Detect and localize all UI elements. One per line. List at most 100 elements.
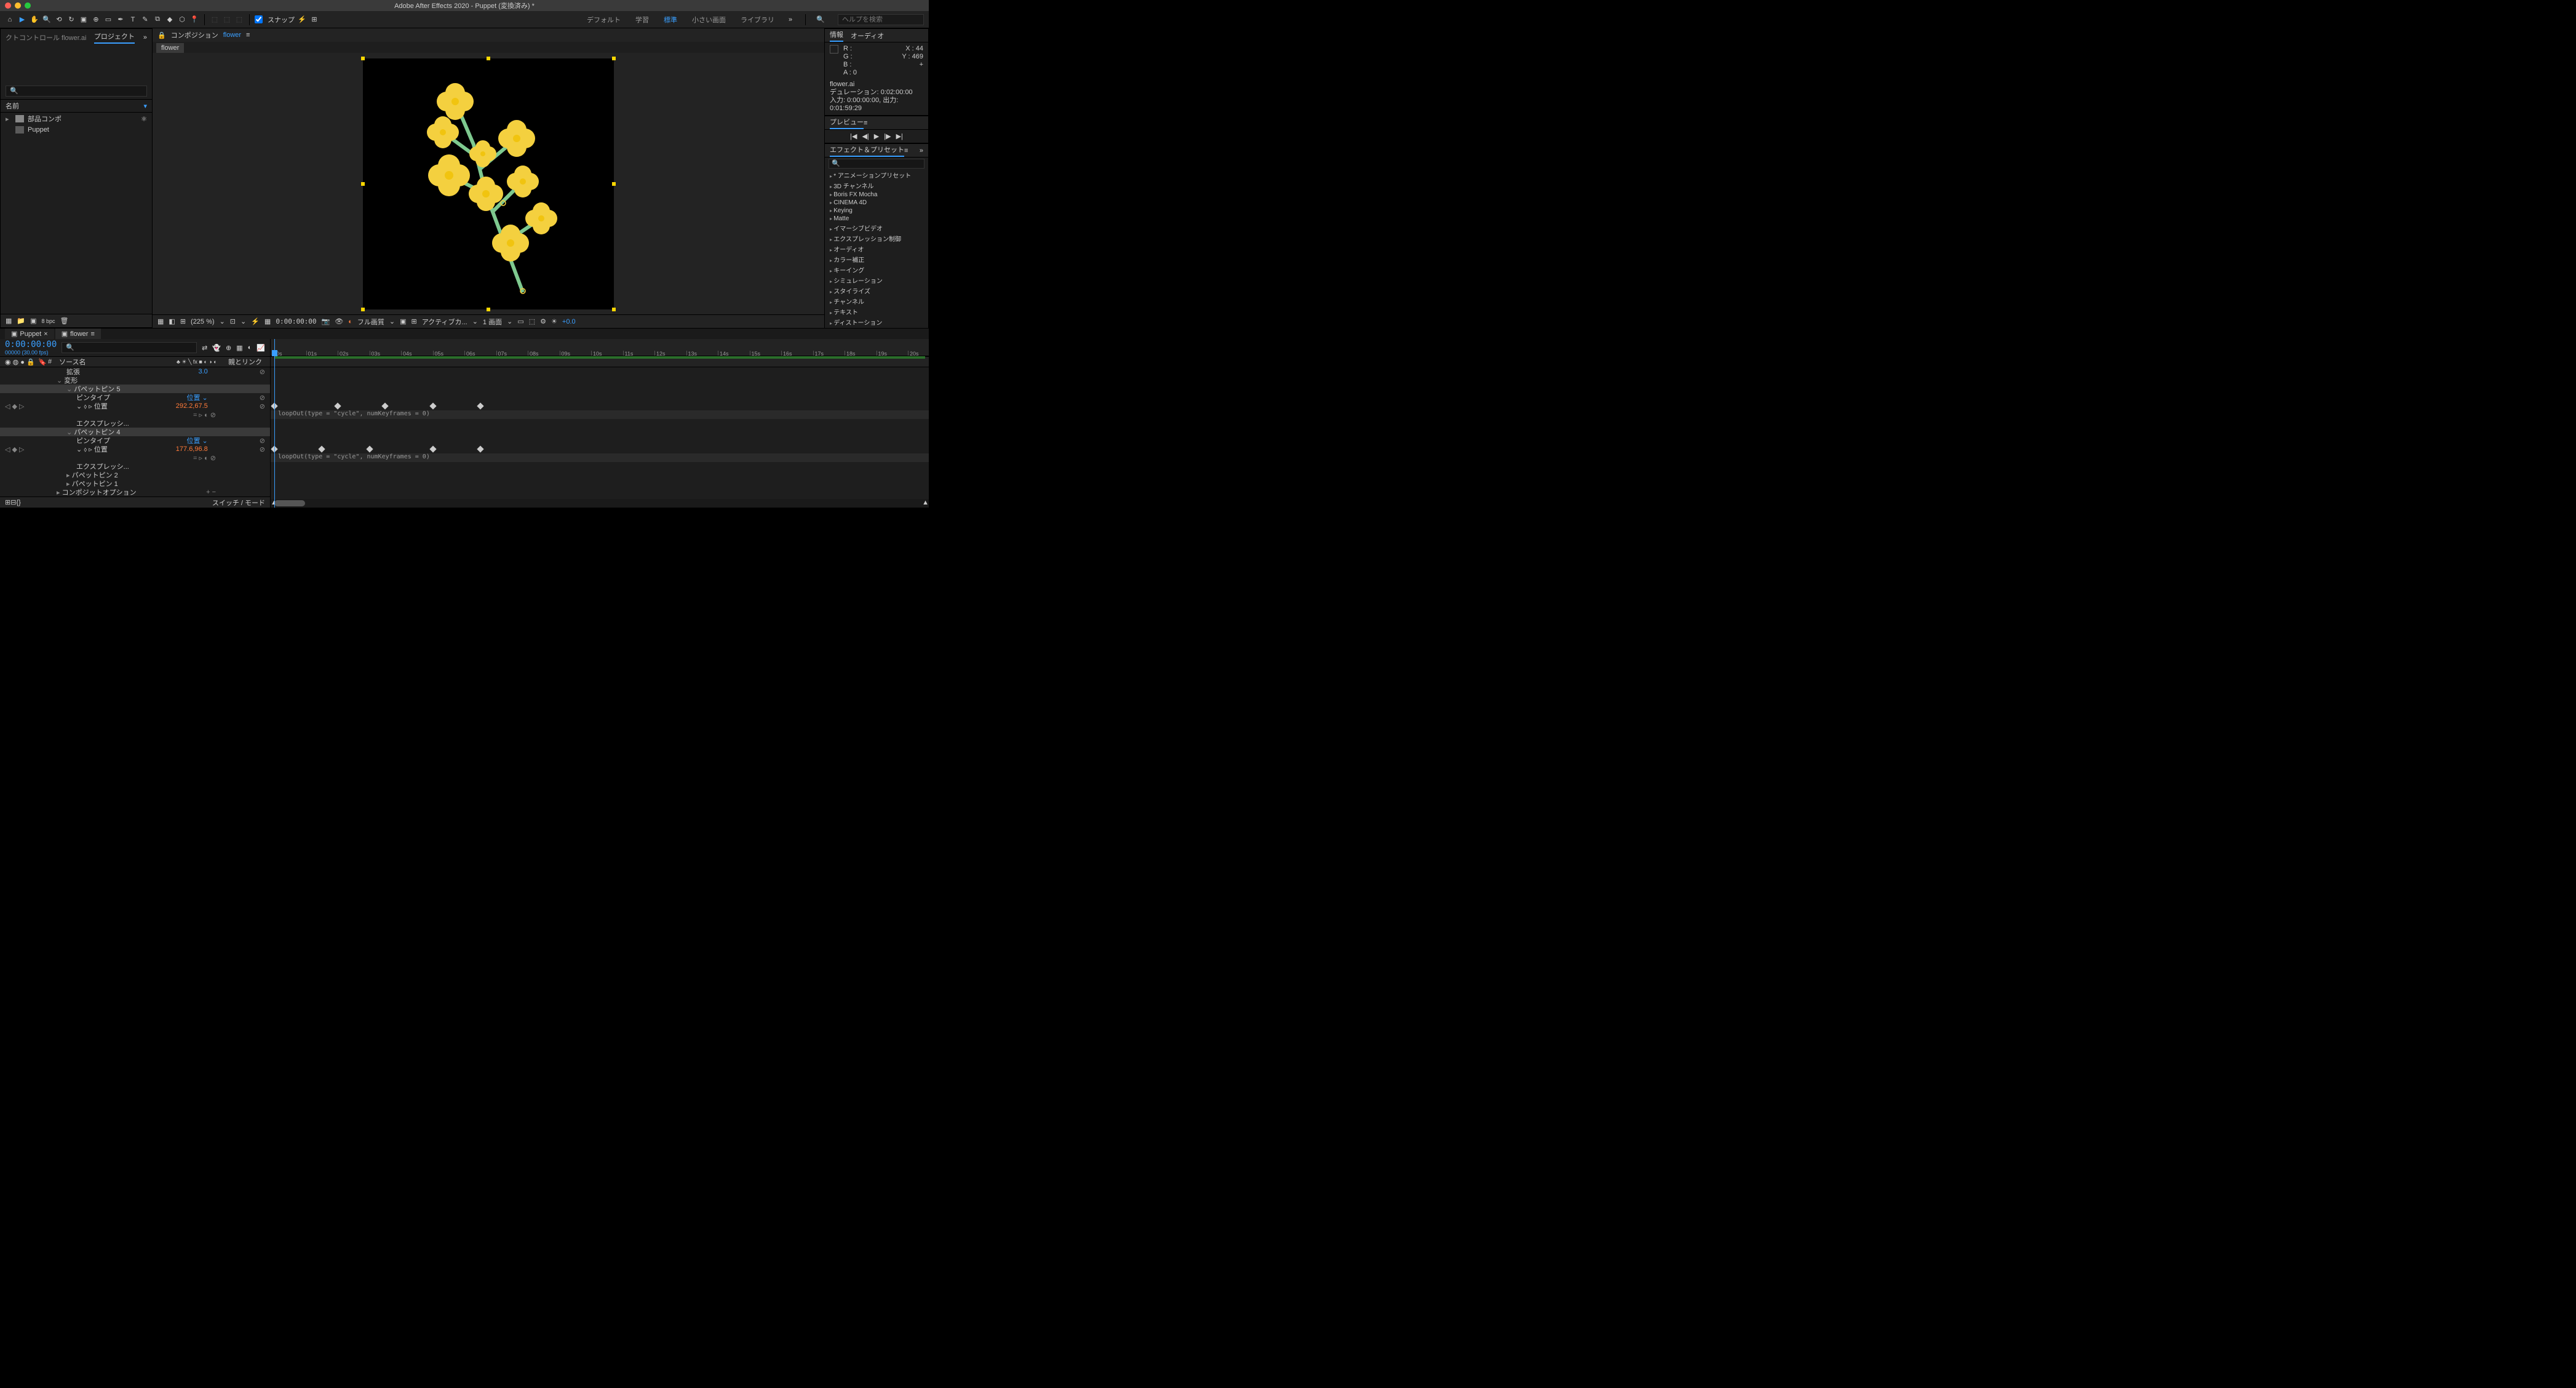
trash-icon[interactable]: 🗑 xyxy=(60,317,69,325)
current-time-indicator[interactable] xyxy=(274,339,275,508)
last-frame-icon[interactable]: ▶| xyxy=(896,132,903,140)
graph-row[interactable] xyxy=(271,367,929,376)
graph-row[interactable] xyxy=(271,479,929,488)
timeline-row[interactable]: ⌄ 変形 xyxy=(0,376,270,385)
close-tab-icon[interactable]: × xyxy=(44,330,47,338)
play-icon[interactable]: ▶ xyxy=(874,132,879,140)
zoom-thumb[interactable] xyxy=(274,500,305,506)
views-count[interactable]: 1 画面 xyxy=(483,317,502,327)
timeline-row[interactable]: ピンタイプ位置 ⌄⊘ xyxy=(0,436,270,445)
graph-row[interactable]: loopOut(type = "cycle", numKeyframes = 0… xyxy=(271,453,929,462)
effects-overflow-icon[interactable]: » xyxy=(920,147,923,154)
eraser-tool-icon[interactable]: ◆ xyxy=(165,15,175,25)
workspace-default[interactable]: デフォルト xyxy=(583,14,624,26)
shape-tool-icon[interactable]: ▭ xyxy=(103,15,113,25)
pan-behind-tool-icon[interactable]: ⊕ xyxy=(91,15,101,25)
effect-category[interactable]: 3D チャンネル xyxy=(825,180,928,191)
help-search-input[interactable] xyxy=(838,14,924,25)
effect-category[interactable]: テキスト xyxy=(825,306,928,317)
timeline-tab-puppet[interactable]: ▣ Puppet × xyxy=(5,329,54,339)
roto-tool-icon[interactable]: ⬡ xyxy=(177,15,187,25)
snapshot-icon[interactable]: 📷 xyxy=(322,317,330,325)
comp-link[interactable]: flower xyxy=(223,31,241,39)
close-window-button[interactable] xyxy=(5,2,11,9)
effect-category[interactable]: Keying xyxy=(825,207,928,215)
keyframe-icon[interactable] xyxy=(477,445,483,452)
maximize-window-button[interactable] xyxy=(25,2,31,9)
resolution-dropdown[interactable]: フル画質 xyxy=(357,317,384,327)
axis-local-icon[interactable]: ⬚ xyxy=(210,15,220,25)
effect-category[interactable]: カラー補正 xyxy=(825,254,928,265)
sort-icon[interactable]: ▾ xyxy=(143,102,147,110)
roi-icon[interactable]: ▣ xyxy=(400,317,406,325)
project-tab[interactable]: プロジェクト xyxy=(94,31,135,44)
bpc-label[interactable]: 8 bpc xyxy=(42,318,55,324)
timeline-row[interactable]: ⌄ パペットピン 4 xyxy=(0,428,270,436)
axis-world-icon[interactable]: ⬚ xyxy=(222,15,232,25)
timeline-search-input[interactable] xyxy=(62,342,197,353)
graph-row[interactable] xyxy=(271,419,929,428)
graph-row[interactable] xyxy=(271,471,929,479)
renderer-icon[interactable]: ⚙ xyxy=(540,317,546,325)
lock-icon[interactable]: 🔒 xyxy=(157,31,166,39)
res-icon[interactable]: ⊡ xyxy=(230,317,236,325)
prev-frame-icon[interactable]: ◀| xyxy=(862,132,869,140)
current-timecode[interactable]: 0:00:00:00 xyxy=(5,340,57,349)
effect-category[interactable]: キーイング xyxy=(825,265,928,275)
view-dropdown[interactable]: アクティブカ... xyxy=(422,317,467,327)
keyframe-icon[interactable] xyxy=(382,402,389,409)
viewer-timecode[interactable]: 0:00:00:00 xyxy=(276,317,316,325)
minimize-window-button[interactable] xyxy=(15,2,21,9)
av-column[interactable]: ◉ ◍ ● 🔒 xyxy=(5,358,36,366)
source-column[interactable]: ソース名 xyxy=(59,357,174,367)
timeline-row[interactable]: ◁ ◆ ▷⌄ ⬨ ▹ 位置292.2,67.5⊘ xyxy=(0,402,270,410)
info-tab[interactable]: 情報 xyxy=(830,30,843,42)
hand-tool-icon[interactable]: ✋ xyxy=(30,15,39,25)
keyframe-icon[interactable] xyxy=(477,402,483,409)
guides-icon[interactable]: ⊞ xyxy=(411,317,417,325)
timeline-zoom-scrollbar[interactable]: ▲ ▲ xyxy=(271,499,929,508)
timeline-row[interactable]: = ▹ ◐ ⊘ xyxy=(0,453,270,462)
timeline-tab-flower[interactable]: ▣ flower ≡ xyxy=(55,329,101,339)
graph-row[interactable] xyxy=(271,428,929,436)
effect-category[interactable]: エクスプレッション制御 xyxy=(825,233,928,244)
work-area-bar[interactable] xyxy=(274,356,925,359)
timeline-row[interactable]: ▸ パペットピン 1 xyxy=(0,479,270,488)
next-frame-icon[interactable]: |▶ xyxy=(884,132,891,140)
timeline-row[interactable]: 拡張3.0⊘ xyxy=(0,367,270,376)
num-column[interactable]: # xyxy=(48,358,57,365)
timeline-row[interactable]: ▸ パペットピン 2 xyxy=(0,471,270,479)
timeline-row[interactable]: エクスプレッシ... xyxy=(0,419,270,428)
effect-category[interactable]: スタイライズ xyxy=(825,285,928,296)
effect-category[interactable]: * アニメーションプリセット xyxy=(825,170,928,180)
graph-row[interactable] xyxy=(271,445,929,453)
toggle-switches-icon[interactable]: ⊞ xyxy=(5,498,10,506)
timeline-row[interactable]: ▸ コンポジットオプション+ − xyxy=(0,488,270,497)
keyframe-icon[interactable] xyxy=(429,445,436,452)
camera-tool-icon[interactable]: ▣ xyxy=(79,15,89,25)
keyframe-icon[interactable] xyxy=(319,445,325,452)
panel-overflow-icon[interactable]: » xyxy=(143,34,147,41)
expression-text[interactable]: loopOut(type = "cycle", numKeyframes = 0… xyxy=(278,410,430,417)
timeline-row[interactable]: エクスプレッシ... xyxy=(0,462,270,471)
project-search-input[interactable] xyxy=(6,86,147,97)
canvas[interactable] xyxy=(363,58,614,309)
zoom-in-icon[interactable]: ▲ xyxy=(922,499,929,506)
home-icon[interactable]: ⌂ xyxy=(5,15,15,25)
show-snapshot-icon[interactable]: 👁 xyxy=(335,317,343,325)
workspace-learn[interactable]: 学習 xyxy=(632,14,653,26)
timeline-row[interactable]: ◁ ◆ ▷⌄ ⬨ ▹ 位置177.6,96.8⊘ xyxy=(0,445,270,453)
exposure-icon[interactable]: ☀ xyxy=(551,317,557,325)
graph-row[interactable] xyxy=(271,462,929,471)
workspace-overflow-icon[interactable]: » xyxy=(785,15,795,25)
effect-category[interactable]: Matte xyxy=(825,215,928,223)
keyframe-icon[interactable] xyxy=(429,402,436,409)
tl-filter-icon[interactable]: ⇄ xyxy=(202,344,207,352)
puppet-tool-icon[interactable]: 📍 xyxy=(189,15,199,25)
first-frame-icon[interactable]: |◀ xyxy=(850,132,857,140)
switches-column[interactable]: ♣ ☀ ╲ fx ■ ◐ ◑ ◐ xyxy=(177,359,226,365)
keyframe-icon[interactable] xyxy=(366,445,373,452)
axis-view-icon[interactable]: ⬚ xyxy=(234,15,244,25)
toggle-alpha-icon[interactable]: ◧ xyxy=(169,317,175,325)
graph-row[interactable]: loopOut(type = "cycle", numKeyframes = 0… xyxy=(271,410,929,419)
